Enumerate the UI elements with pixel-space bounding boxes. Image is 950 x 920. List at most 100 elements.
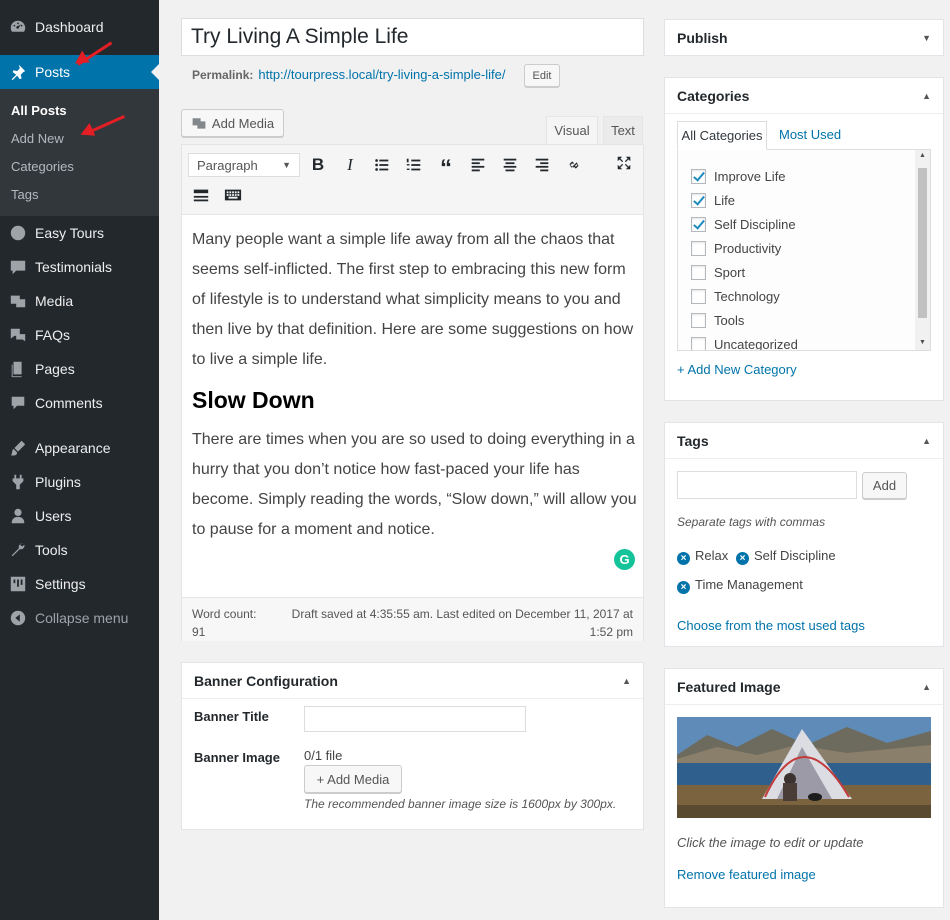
- permalink-link[interactable]: http://tourpress.local/try-living-a-simp…: [258, 67, 505, 82]
- grammarly-icon[interactable]: G: [614, 549, 635, 570]
- category-checkbox[interactable]: [691, 264, 706, 280]
- bold-icon[interactable]: B: [306, 153, 330, 177]
- menu-item-faqs[interactable]: FAQs: [0, 318, 159, 352]
- editor-paragraph: There are times when you are so used to …: [192, 431, 637, 538]
- align-left-icon[interactable]: [466, 153, 490, 177]
- category-label: Productivity: [714, 240, 782, 256]
- remove-tag-icon[interactable]: ×: [736, 552, 749, 565]
- category-item[interactable]: Tools: [691, 311, 744, 329]
- media-icon: [191, 115, 207, 131]
- new-tag-input[interactable]: [677, 471, 857, 499]
- collapse-arrow-icon[interactable]: ▲: [622, 676, 631, 686]
- bullet-list-icon[interactable]: [370, 153, 394, 177]
- submenu-add-new[interactable]: Add New: [11, 131, 64, 146]
- category-item[interactable]: Self Discipline: [691, 215, 796, 233]
- banner-add-media-button[interactable]: + Add Media: [304, 765, 402, 793]
- scrollbar[interactable]: ▲ ▼: [915, 150, 930, 350]
- add-new-category-link[interactable]: + Add New Category: [677, 362, 797, 377]
- category-checkbox[interactable]: [691, 216, 706, 232]
- menu-item-comments[interactable]: Comments: [0, 386, 159, 420]
- collapse-arrow-icon[interactable]: ▲: [922, 91, 931, 101]
- collapse-arrow-icon[interactable]: ▲: [922, 682, 931, 692]
- menu-label: Plugins: [35, 474, 81, 490]
- tag-item: × Self Discipline: [736, 548, 836, 565]
- collapse-arrow-icon[interactable]: ▲: [922, 436, 931, 446]
- tags-header[interactable]: Tags ▲: [665, 423, 943, 459]
- tags-hint: Separate tags with commas: [677, 515, 826, 529]
- menu-item-tools[interactable]: Tools: [0, 533, 159, 567]
- remove-tag-icon[interactable]: ×: [677, 552, 690, 565]
- banner-header[interactable]: Banner Configuration ▲: [182, 663, 643, 699]
- menu-item-media[interactable]: Media: [0, 284, 159, 318]
- italic-icon[interactable]: I: [338, 153, 362, 177]
- box-title: Featured Image: [677, 678, 781, 695]
- expand-arrow-icon[interactable]: ▼: [922, 33, 931, 43]
- category-checkbox[interactable]: [691, 288, 706, 304]
- pin-icon: [0, 63, 35, 81]
- banner-title-input[interactable]: [304, 706, 526, 732]
- category-label: Technology: [714, 288, 780, 304]
- menu-label: Pages: [35, 361, 75, 377]
- tags-box: Tags ▲ Add Separate tags with commas × Re…: [664, 422, 944, 647]
- align-right-icon[interactable]: [530, 153, 554, 177]
- fullscreen-icon[interactable]: [612, 151, 636, 175]
- category-item[interactable]: Life: [691, 191, 735, 209]
- category-item[interactable]: Improve Life: [691, 167, 786, 185]
- menu-item-dashboard[interactable]: Dashboard: [0, 10, 159, 44]
- category-item[interactable]: Sport: [691, 263, 745, 281]
- menu-item-easy-tours[interactable]: Easy Tours: [0, 216, 159, 250]
- word-count: Word count: 91: [192, 605, 256, 641]
- banner-image-label: Banner Image: [194, 750, 280, 765]
- category-checkbox[interactable]: [691, 192, 706, 208]
- remove-featured-image-link[interactable]: Remove featured image: [677, 867, 816, 882]
- add-tag-button[interactable]: Add: [862, 472, 907, 499]
- tab-text[interactable]: Text: [603, 116, 643, 144]
- camping-tent-photo: [677, 717, 931, 818]
- category-checkbox[interactable]: [691, 240, 706, 256]
- editor-content[interactable]: Many people want a simple life away from…: [192, 225, 638, 545]
- menu-item-pages[interactable]: Pages: [0, 352, 159, 386]
- remove-tag-icon[interactable]: ×: [677, 581, 690, 594]
- scrollbar-thumb[interactable]: [918, 168, 927, 318]
- featured-image-header[interactable]: Featured Image ▲: [665, 669, 943, 705]
- menu-item-appearance[interactable]: Appearance: [0, 431, 159, 465]
- most-used-tags-link[interactable]: Choose from the most used tags: [677, 618, 865, 633]
- menu-item-settings[interactable]: Settings: [0, 567, 159, 601]
- scroll-down-icon[interactable]: ▼: [919, 339, 926, 346]
- menu-item-users[interactable]: Users: [0, 499, 159, 533]
- tab-most-used[interactable]: Most Used: [779, 127, 841, 142]
- featured-image-thumbnail[interactable]: [677, 717, 931, 818]
- menu-item-testimonials[interactable]: Testimonials: [0, 250, 159, 284]
- permalink-edit-button[interactable]: Edit: [524, 64, 560, 87]
- categories-header[interactable]: Categories ▲: [665, 78, 943, 114]
- align-center-icon[interactable]: [498, 153, 522, 177]
- menu-label: Collapse menu: [35, 610, 129, 626]
- collapse-menu-button[interactable]: Collapse menu: [0, 601, 159, 635]
- submenu-all-posts[interactable]: All Posts: [11, 103, 67, 118]
- menu-label: Media: [35, 293, 74, 309]
- link-icon[interactable]: [562, 153, 586, 177]
- tab-visual[interactable]: Visual: [546, 116, 598, 144]
- category-checkbox[interactable]: [691, 336, 706, 350]
- numbered-list-icon[interactable]: [402, 153, 426, 177]
- format-select[interactable]: Paragraph ▼: [188, 153, 300, 177]
- category-item[interactable]: Uncategorized: [691, 335, 798, 350]
- post-title-input[interactable]: Try Living A Simple Life: [181, 18, 644, 56]
- tag-item: × Time Management: [677, 577, 803, 594]
- blockquote-icon[interactable]: “: [434, 153, 458, 182]
- submenu-categories[interactable]: Categories: [11, 159, 74, 174]
- tab-all-categories[interactable]: All Categories: [677, 121, 767, 150]
- add-media-button[interactable]: Add Media: [181, 109, 284, 137]
- category-item[interactable]: Technology: [691, 287, 780, 305]
- category-item[interactable]: Productivity: [691, 239, 781, 257]
- read-more-icon[interactable]: [189, 183, 213, 207]
- keyboard-icon[interactable]: [221, 183, 245, 207]
- category-checkbox[interactable]: [691, 168, 706, 184]
- featured-image-hint: Click the image to edit or update: [677, 835, 864, 850]
- admin-sidebar: Dashboard Posts All Posts Add New Catego…: [0, 0, 159, 920]
- submenu-tags[interactable]: Tags: [11, 187, 38, 202]
- category-checkbox[interactable]: [691, 312, 706, 328]
- menu-item-plugins[interactable]: Plugins: [0, 465, 159, 499]
- publish-header[interactable]: Publish ▼: [665, 20, 943, 56]
- scroll-up-icon[interactable]: ▲: [919, 152, 926, 159]
